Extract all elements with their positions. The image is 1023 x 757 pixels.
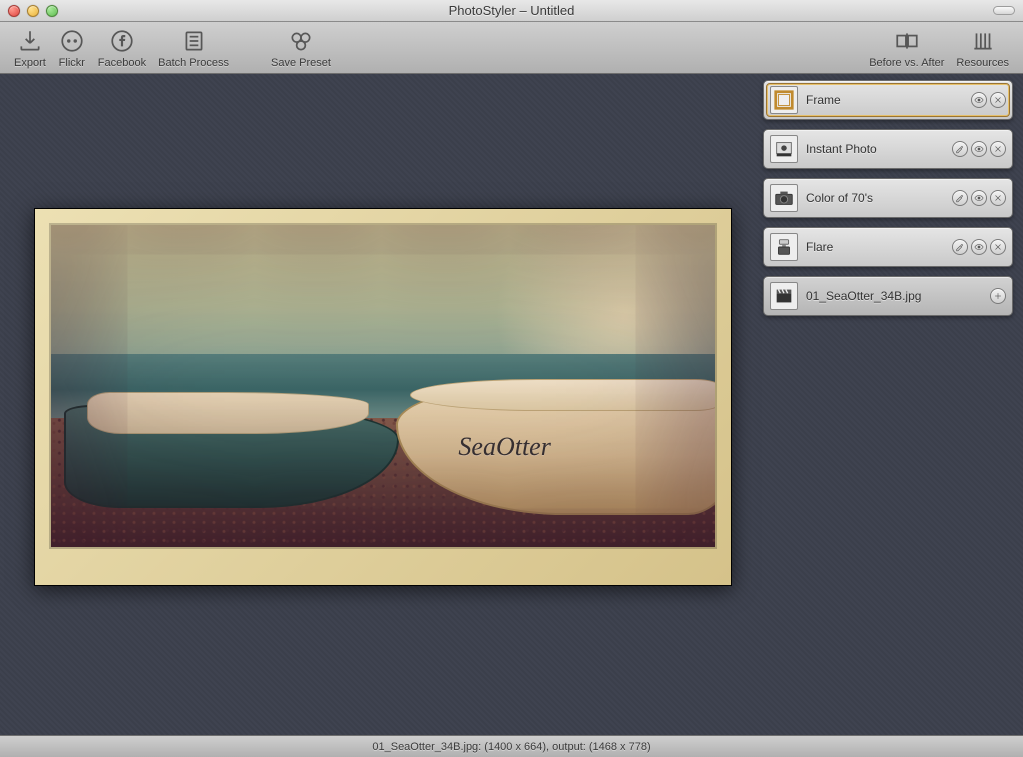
titlebar: PhotoStyler – Untitled	[0, 0, 1023, 22]
visibility-toggle[interactable]	[971, 239, 987, 255]
layer-label: Flare	[806, 240, 944, 254]
boat-text: SeaOtter	[458, 432, 550, 462]
close-window-button[interactable]	[8, 5, 20, 17]
canvas-viewport[interactable]: SeaOtter	[0, 74, 763, 735]
delete-layer[interactable]	[990, 141, 1006, 157]
flickr-label: Flickr	[59, 57, 85, 69]
resources-label: Resources	[956, 57, 1009, 69]
status-bar: 01_SeaOtter_34B.jpg: (1400 x 664), outpu…	[0, 735, 1023, 757]
visibility-toggle[interactable]	[971, 141, 987, 157]
image-frame: SeaOtter	[34, 208, 732, 586]
save-preset-label: Save Preset	[271, 57, 331, 69]
toolbar: Export Flickr Facebook Batch Process Sav…	[0, 22, 1023, 74]
layer-flare[interactable]: Flare	[763, 227, 1013, 267]
preview-image: SeaOtter	[49, 223, 717, 549]
layer-label: Instant Photo	[806, 142, 944, 156]
toolbar-toggle-pill[interactable]	[993, 6, 1015, 15]
delete-layer[interactable]	[990, 92, 1006, 108]
layers-panel: Frame Instant Photo Color of 70's	[763, 74, 1023, 735]
facebook-button[interactable]: Facebook	[92, 27, 152, 69]
save-preset-button[interactable]: Save Preset	[265, 27, 337, 69]
visibility-toggle[interactable]	[971, 190, 987, 206]
flickr-icon	[58, 27, 86, 55]
minimize-window-button[interactable]	[27, 5, 39, 17]
source-filename: 01_SeaOtter_34B.jpg	[806, 289, 982, 303]
adjust-layer[interactable]	[952, 239, 968, 255]
batch-process-icon	[180, 27, 208, 55]
delete-layer[interactable]	[990, 239, 1006, 255]
export-label: Export	[14, 57, 46, 69]
main-area: SeaOtter Frame Instant Photo	[0, 74, 1023, 735]
adjust-layer[interactable]	[952, 190, 968, 206]
layer-label: Frame	[806, 93, 963, 107]
window-title: PhotoStyler – Untitled	[0, 3, 1023, 18]
save-preset-icon	[287, 27, 315, 55]
flash-thumb-icon	[770, 233, 798, 261]
source-image-row[interactable]: 01_SeaOtter_34B.jpg	[763, 276, 1013, 316]
visibility-toggle[interactable]	[971, 92, 987, 108]
frame-thumb-icon	[770, 86, 798, 114]
window-controls	[0, 5, 58, 17]
layer-frame[interactable]: Frame	[763, 80, 1013, 120]
flickr-button[interactable]: Flickr	[52, 27, 92, 69]
export-icon	[16, 27, 44, 55]
resources-button[interactable]: Resources	[950, 27, 1015, 69]
add-layer-button[interactable]	[990, 288, 1006, 304]
camera-thumb-icon	[770, 184, 798, 212]
delete-layer[interactable]	[990, 190, 1006, 206]
layer-label: Color of 70's	[806, 191, 944, 205]
adjust-layer[interactable]	[952, 141, 968, 157]
facebook-icon	[108, 27, 136, 55]
instant-photo-thumb-icon	[770, 135, 798, 163]
before-after-button[interactable]: Before vs. After	[863, 27, 950, 69]
clapperboard-thumb-icon	[770, 282, 798, 310]
facebook-label: Facebook	[98, 57, 146, 69]
status-text: 01_SeaOtter_34B.jpg: (1400 x 664), outpu…	[372, 741, 650, 753]
batch-process-button[interactable]: Batch Process	[152, 27, 235, 69]
layer-color-70s[interactable]: Color of 70's	[763, 178, 1013, 218]
before-after-icon	[893, 27, 921, 55]
zoom-window-button[interactable]	[46, 5, 58, 17]
before-after-label: Before vs. After	[869, 57, 944, 69]
batch-process-label: Batch Process	[158, 57, 229, 69]
export-button[interactable]: Export	[8, 27, 52, 69]
resources-icon	[969, 27, 997, 55]
layer-instant-photo[interactable]: Instant Photo	[763, 129, 1013, 169]
